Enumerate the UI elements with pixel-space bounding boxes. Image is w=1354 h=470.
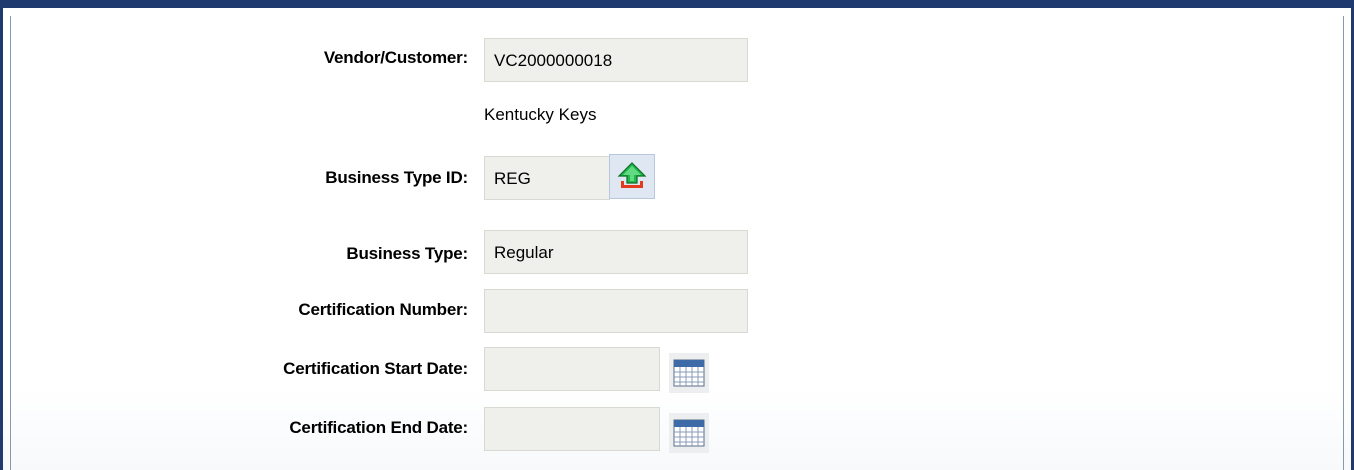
certification-number-field[interactable] bbox=[484, 289, 748, 333]
business-type-field[interactable]: Regular bbox=[484, 230, 748, 274]
calendar-icon bbox=[673, 419, 705, 447]
certification-start-date-field[interactable] bbox=[484, 347, 660, 391]
upload-arrow-icon bbox=[617, 161, 647, 188]
business-type-id-field[interactable]: REG bbox=[484, 156, 610, 200]
certification-start-date-label: Certification Start Date: bbox=[283, 359, 468, 378]
form-panel: Vendor/Customer: VC2000000018 Kentucky K… bbox=[0, 0, 1354, 470]
certification-end-date-label: Certification End Date: bbox=[289, 418, 468, 437]
business-type-label: Business Type: bbox=[346, 244, 468, 263]
certification-end-date-field[interactable] bbox=[484, 407, 660, 451]
business-type-id-label: Business Type ID: bbox=[325, 168, 468, 187]
certification-start-date-calendar-button[interactable] bbox=[669, 353, 709, 393]
panel-inner-border-left bbox=[10, 16, 11, 470]
vendor-customer-field[interactable]: VC2000000018 bbox=[484, 38, 748, 82]
certification-number-label: Certification Number: bbox=[298, 300, 468, 319]
vendor-name-text: Kentucky Keys bbox=[484, 105, 597, 124]
business-type-lookup-button[interactable] bbox=[609, 154, 655, 199]
certification-end-date-calendar-button[interactable] bbox=[669, 413, 709, 453]
panel-inner-border-right bbox=[1343, 16, 1344, 470]
calendar-icon bbox=[673, 359, 705, 387]
vendor-customer-label: Vendor/Customer: bbox=[323, 48, 468, 67]
